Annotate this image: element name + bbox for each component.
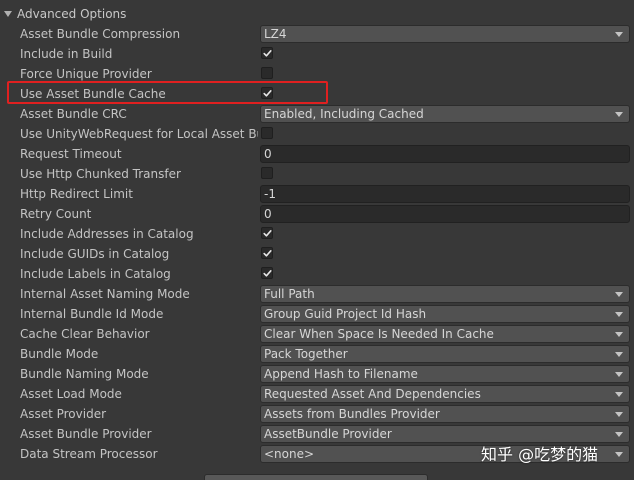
row-label: Cache Clear Behavior: [20, 327, 150, 341]
watermark: 知乎 @吃梦的猫: [481, 445, 599, 464]
row-label: Asset Load Mode: [20, 387, 122, 401]
chevron-down-icon: [615, 372, 623, 377]
row-cache-clear-behavior: Cache Clear Behavior Clear When Space Is …: [0, 324, 634, 344]
row-label: Include Labels in Catalog: [20, 267, 171, 281]
section-title: Advanced Options: [17, 7, 127, 21]
internal-bundle-id-mode-dropdown[interactable]: Group Guid Project Id Hash: [260, 305, 630, 323]
row-label: Request Timeout: [20, 147, 122, 161]
asset-bundle-compression-dropdown[interactable]: LZ4: [260, 25, 630, 43]
row-label: Force Unique Provider: [20, 67, 152, 81]
force-unique-provider-checkbox[interactable]: [261, 67, 273, 79]
chevron-down-icon: [615, 392, 623, 397]
chevron-down-icon: [615, 292, 623, 297]
chevron-down-icon: [615, 412, 623, 417]
row-label: Asset Bundle CRC: [20, 107, 127, 121]
row-bundle-mode: Bundle Mode Pack Together: [0, 344, 634, 364]
row-label: Asset Provider: [20, 407, 107, 421]
row-asset-bundle-crc: Asset Bundle CRC Enabled, Including Cache…: [0, 104, 634, 124]
asset-provider-dropdown[interactable]: Assets from Bundles Provider: [260, 405, 630, 423]
row-label: Include in Build: [20, 47, 113, 61]
row-bundle-naming-mode: Bundle Naming Mode Append Hash to Filenam…: [0, 364, 634, 384]
row-label: Bundle Naming Mode: [20, 367, 149, 381]
foldout-arrow-icon: [4, 11, 12, 17]
row-internal-bundle-id-mode: Internal Bundle Id Mode Group Guid Projec…: [0, 304, 634, 324]
row-use-asset-bundle-cache: Use Asset Bundle Cache: [0, 84, 634, 104]
use-asset-bundle-cache-checkbox[interactable]: [261, 87, 273, 99]
include-labels-in-catalog-checkbox[interactable]: [261, 267, 273, 279]
chevron-down-icon: [615, 332, 623, 337]
dropdown-value: Clear When Space Is Needed In Cache: [264, 327, 494, 341]
chevron-down-icon: [615, 432, 623, 437]
dropdown-value: Group Guid Project Id Hash: [264, 307, 427, 321]
row-label: Asset Bundle Provider: [20, 427, 152, 441]
row-internal-asset-naming-mode: Internal Asset Naming Mode Full Path: [0, 284, 634, 304]
row-label: Internal Asset Naming Mode: [20, 287, 190, 301]
row-asset-bundle-compression: Asset Bundle Compression LZ4: [0, 24, 634, 44]
dropdown-value: Enabled, Including Cached: [264, 107, 424, 121]
asset-load-mode-dropdown[interactable]: Requested Asset And Dependencies: [260, 385, 630, 403]
row-label: Use Asset Bundle Cache: [20, 87, 166, 101]
chevron-down-icon: [615, 452, 623, 457]
row-label: Http Redirect Limit: [20, 187, 133, 201]
use-http-chunked-transfer-checkbox[interactable]: [261, 167, 273, 179]
chevron-down-icon: [615, 352, 623, 357]
row-label: Use UnityWebRequest for Local Asset Bund…: [20, 127, 258, 141]
dropdown-value: AssetBundle Provider: [264, 427, 392, 441]
row-include-addresses-in-catalog: Include Addresses in Catalog: [0, 224, 634, 244]
retry-count-field[interactable]: 0: [260, 205, 630, 223]
bundle-mode-dropdown[interactable]: Pack Together: [260, 345, 630, 363]
row-label: Internal Bundle Id Mode: [20, 307, 164, 321]
row-use-http-chunked-transfer: Use Http Chunked Transfer: [0, 164, 634, 184]
internal-asset-naming-mode-dropdown[interactable]: Full Path: [260, 285, 630, 303]
dropdown-value: Pack Together: [264, 347, 348, 361]
row-force-unique-provider: Force Unique Provider: [0, 64, 634, 84]
advanced-options-foldout[interactable]: Advanced Options: [0, 4, 126, 24]
row-label: Include Addresses in Catalog: [20, 227, 194, 241]
bottom-button[interactable]: [204, 474, 428, 480]
dropdown-value: Append Hash to Filename: [264, 367, 418, 381]
bundle-naming-mode-dropdown[interactable]: Append Hash to Filename: [260, 365, 630, 383]
chevron-down-icon: [615, 112, 623, 117]
row-label: Data Stream Processor: [20, 447, 158, 461]
row-label: Bundle Mode: [20, 347, 99, 361]
http-redirect-limit-field[interactable]: -1: [260, 185, 630, 203]
dropdown-value: Full Path: [264, 287, 315, 301]
row-include-labels-in-catalog: Include Labels in Catalog: [0, 264, 634, 284]
row-label: Use Http Chunked Transfer: [20, 167, 181, 181]
row-label: Asset Bundle Compression: [20, 27, 181, 41]
row-use-unitywebrequest-for-local-asset-bundles: Use UnityWebRequest for Local Asset Bund…: [0, 124, 634, 144]
row-request-timeout: Request Timeout 0: [0, 144, 634, 164]
row-include-in-build: Include in Build: [0, 44, 634, 64]
row-retry-count: Retry Count 0: [0, 204, 634, 224]
use-unitywebrequest-for-local-asset-bundles-checkbox[interactable]: [261, 127, 273, 139]
row-label: Retry Count: [20, 207, 92, 221]
dropdown-value: <none>: [264, 447, 315, 461]
chevron-down-icon: [615, 32, 623, 37]
include-guids-in-catalog-checkbox[interactable]: [261, 247, 273, 259]
dropdown-value: LZ4: [264, 27, 287, 41]
include-addresses-in-catalog-checkbox[interactable]: [261, 227, 273, 239]
request-timeout-field[interactable]: 0: [260, 145, 630, 163]
include-in-build-checkbox[interactable]: [261, 47, 273, 59]
row-asset-provider: Asset Provider Assets from Bundles Provid…: [0, 404, 634, 424]
advanced-options-panel: Advanced Options Asset Bundle Compressio…: [0, 0, 634, 480]
row-http-redirect-limit: Http Redirect Limit -1: [0, 184, 634, 204]
row-include-guids-in-catalog: Include GUIDs in Catalog: [0, 244, 634, 264]
row-label: Include GUIDs in Catalog: [20, 247, 170, 261]
cache-clear-behavior-dropdown[interactable]: Clear When Space Is Needed In Cache: [260, 325, 630, 343]
dropdown-value: Assets from Bundles Provider: [264, 407, 440, 421]
row-asset-load-mode: Asset Load Mode Requested Asset And Depen…: [0, 384, 634, 404]
dropdown-value: Requested Asset And Dependencies: [264, 387, 481, 401]
asset-bundle-crc-dropdown[interactable]: Enabled, Including Cached: [260, 105, 630, 123]
chevron-down-icon: [615, 312, 623, 317]
